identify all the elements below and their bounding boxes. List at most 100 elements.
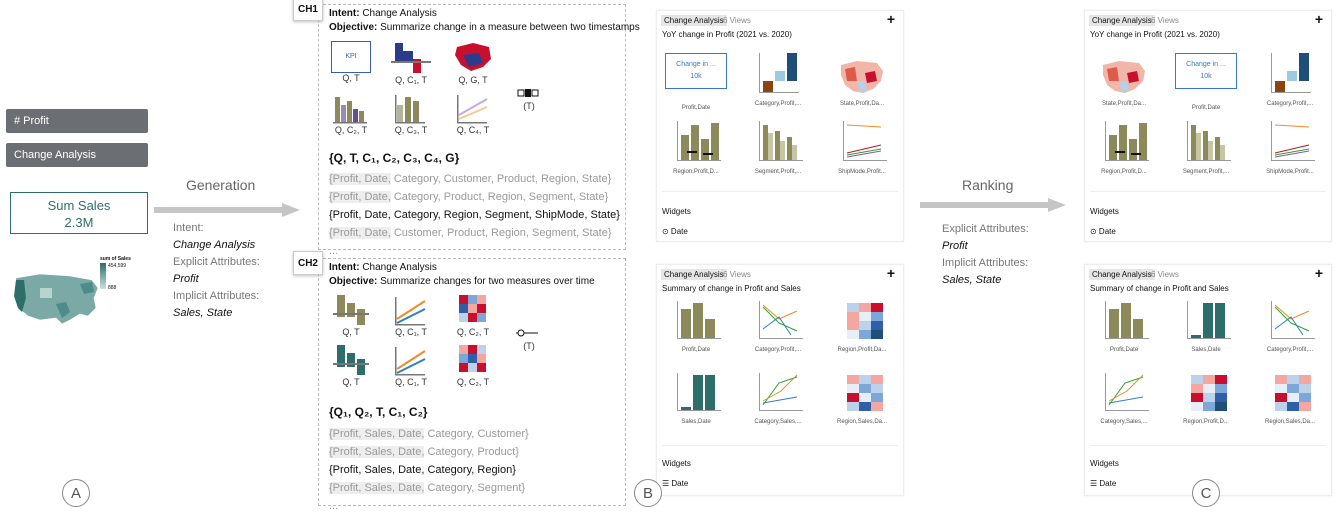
- cell-label: Q, C₁, T: [395, 377, 427, 387]
- date-widget[interactable]: ⊙ Date: [662, 227, 688, 236]
- thumb-label: Category,Profit,...: [1266, 347, 1314, 353]
- thumb-label: Category,Profit,...: [754, 347, 802, 353]
- attr-row: {Profit, Date, Category, Product, Region…: [329, 188, 620, 206]
- panel-b2[interactable]: Change Analysis 6 Views + Summary of cha…: [656, 264, 904, 496]
- ch2-line-cell: Q, C₁, T: [387, 293, 435, 337]
- thumb-label: Profit,Date: [1191, 105, 1221, 111]
- kpi-value: 10k: [1200, 73, 1212, 80]
- attr-prefix: {Profit, Sales, Date,: [329, 482, 425, 494]
- change-analysis-chip[interactable]: Change Analysis: [6, 143, 148, 167]
- thumb-bar[interactable]: Category,Profit,...: [1255, 51, 1325, 107]
- divider: [1090, 191, 1326, 192]
- ch2-widget-label: (T): [523, 341, 535, 351]
- ch2-attribute-list: {Profit, Sales, Date, Category, Customer…: [329, 425, 529, 515]
- marker-a: A: [62, 479, 90, 507]
- attr-more: ...: [329, 500, 339, 512]
- intent-value: Change Analysis: [362, 8, 437, 19]
- ch1-bar-cell: Q, C₃, T: [387, 91, 435, 135]
- widgets-label: Widgets: [1090, 207, 1119, 216]
- thumb-heatmap[interactable]: Region,Profit,Da...: [827, 299, 897, 353]
- profit-attribute-chip[interactable]: # Profit: [6, 109, 148, 133]
- ch1-map-cell: Q, G, T: [449, 41, 497, 85]
- kpi-value: 2.3M: [64, 215, 94, 230]
- ch2-heatmap-cell: Q, C₂, T: [449, 293, 497, 337]
- date-widget[interactable]: ⊙ Date: [1090, 227, 1116, 236]
- cell-label: Q, C₁, T: [395, 75, 427, 85]
- objective-value: Summarize change in a measure between tw…: [380, 22, 640, 33]
- thumb-bar[interactable]: Category,Profit,...: [743, 51, 813, 107]
- intent-label: Intent:: [329, 8, 360, 19]
- cell-label: Q, T: [342, 73, 360, 83]
- thumb-bar-olive[interactable]: Profit,Date: [661, 299, 731, 353]
- date-widget[interactable]: ☰ Date: [1090, 479, 1116, 488]
- objective-value: Summarize changes for two measures over …: [380, 276, 595, 287]
- us-sales-map: [10, 268, 105, 333]
- explicit-value: Profit: [942, 240, 968, 252]
- ch1-tag: CH1: [293, 0, 323, 21]
- thumb-label: Profit,Date: [1109, 347, 1139, 353]
- thumb-label: Segment,Profit,...: [754, 169, 802, 175]
- thumb-label: Category,Profit,...: [754, 101, 802, 107]
- thumb-bar-olive[interactable]: Region,Profit,D...: [661, 119, 731, 175]
- thumb-kpi[interactable]: Change in ... 10k Profit,Date: [661, 53, 731, 111]
- cell-label: Q, C₄, T: [456, 125, 490, 135]
- attr-rest: Category, Region}: [424, 464, 516, 476]
- attr-row-selected: {Profit, Sales, Date, Category, Region}: [329, 461, 529, 479]
- thumb-bar-olive[interactable]: Region,Profit,D...: [1089, 119, 1159, 175]
- panel-c1[interactable]: Change Analysis 6 Views + YoY change in …: [1084, 10, 1332, 242]
- widgets-label: Widgets: [662, 207, 691, 216]
- map-legend-title: sum of Sales: [100, 256, 131, 262]
- thumb-bar-olive[interactable]: Profit,Date: [1089, 299, 1159, 353]
- add-icon[interactable]: +: [887, 11, 895, 27]
- panel-tag: Change Analysis: [661, 15, 727, 26]
- date-widget[interactable]: ☰ Date: [662, 479, 688, 488]
- widgets-label: Widgets: [662, 459, 691, 468]
- attr-prefix: {Profit, Sales, Date,: [329, 428, 425, 440]
- thumb-grouped[interactable]: Segment,Profit,...: [1171, 119, 1241, 175]
- panel-b1[interactable]: Change Analysis 6 Views + YoY change in …: [656, 10, 904, 242]
- cell-label: Q, C₁, T: [395, 327, 427, 337]
- thumb-heatmap2[interactable]: Region,Sales,Da...: [1255, 371, 1325, 425]
- attr-prefix: {Profit, Sales, Date,: [329, 446, 425, 458]
- thumb-map[interactable]: State,Profit,Da...: [827, 51, 897, 107]
- ch2-intent: Intent: Change Analysis Objective: Summa…: [329, 261, 595, 289]
- panel-title: Summary of change in Profit and Sales: [1090, 284, 1229, 293]
- thumb-lines[interactable]: ShipMode,Profit...: [827, 119, 897, 175]
- thumb-label: Category,Sales,...: [754, 419, 802, 425]
- thumb-map[interactable]: State,Profit,Da...: [1089, 51, 1159, 107]
- objective-label: Objective:: [329, 276, 378, 287]
- thumb-heatmap2[interactable]: Region,Sales,Da...: [827, 371, 897, 425]
- thumb-label: Region,Profit,D...: [1101, 169, 1147, 175]
- implicit-value: Sales, State: [173, 307, 233, 319]
- ch2-line2-cell: Q, C₁, T: [387, 343, 435, 387]
- thumb-kpi[interactable]: Change in ... 10k Profit,Date: [1171, 53, 1241, 111]
- thumb-lines2[interactable]: Category,Sales,...: [743, 371, 813, 425]
- panel-c2[interactable]: Change Analysis 6 Views + Summary of cha…: [1084, 264, 1332, 496]
- intent-value: Change Analysis: [362, 262, 437, 273]
- ch1-kpi-cell: KPI Q, T: [327, 41, 375, 83]
- cell-label: Q, T: [342, 377, 360, 387]
- ch2-tag: CH2: [293, 251, 323, 275]
- ch1-grouped-bar-cell: Q, C₂, T: [327, 91, 375, 135]
- add-icon[interactable]: +: [1315, 265, 1323, 281]
- thumb-lines[interactable]: Category,Profit,...: [743, 299, 813, 353]
- add-icon[interactable]: +: [887, 265, 895, 281]
- thumb-lines[interactable]: Category,Profit,...: [1255, 299, 1325, 353]
- kpi-value: 10k: [690, 73, 702, 80]
- ranking-meta: Explicit Attributes: Profit Implicit Att…: [942, 221, 1029, 289]
- ch1-attribute-list: {Profit, Date, Category, Customer, Produ…: [329, 170, 620, 260]
- cell-label: Q, G, T: [458, 75, 488, 85]
- thumb-label: ShipMode,Profit...: [838, 169, 886, 175]
- thumb-lines[interactable]: ShipMode,Profit...: [1255, 119, 1325, 175]
- thumb-lines2[interactable]: Category,Sales,...: [1089, 371, 1159, 425]
- attr-row: {Profit, Sales, Date, Category, Product}: [329, 443, 529, 461]
- cell-label: Q, C₃, T: [394, 125, 428, 135]
- attr-rest: Category, Segment}: [424, 482, 526, 494]
- thumb-bar-teal[interactable]: Sales,Date: [661, 371, 731, 425]
- thumb-label: Segment,Profit,...: [1182, 169, 1230, 175]
- thumb-bar-teal[interactable]: Sales,Date: [1171, 299, 1241, 353]
- intent-label: Intent:: [329, 262, 360, 273]
- thumb-grouped[interactable]: Segment,Profit,...: [743, 119, 813, 175]
- add-icon[interactable]: +: [1315, 11, 1323, 27]
- thumb-heatmap[interactable]: Region,Profit,D...: [1171, 371, 1241, 425]
